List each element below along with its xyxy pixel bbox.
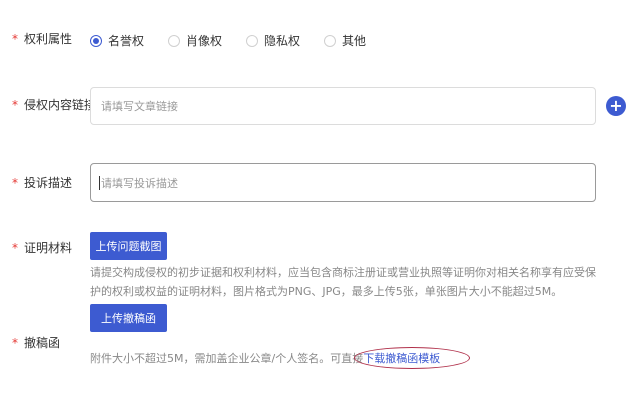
link-label: * 侵权内容链接 bbox=[12, 98, 97, 112]
radio-unchecked-icon bbox=[246, 34, 259, 47]
radio-other[interactable]: 其他 bbox=[324, 32, 366, 49]
link-input[interactable]: 请填写文章链接 bbox=[90, 87, 596, 125]
evidence-help-text: 请提交构成侵权的初步证据和权利材料，应当包含商标注册证或营业执照等证明你对相关名… bbox=[90, 266, 596, 298]
radio-privacy[interactable]: 隐私权 bbox=[246, 32, 300, 49]
required-mark: * bbox=[12, 241, 18, 255]
radio-portrait[interactable]: 肖像权 bbox=[168, 32, 222, 49]
radio-unchecked-icon bbox=[324, 34, 337, 47]
upload-withdrawal-button[interactable]: 上传撤稿函 bbox=[90, 304, 167, 332]
description-label: * 投诉描述 bbox=[12, 176, 73, 190]
upload-screenshot-button[interactable]: 上传问题截图 bbox=[90, 232, 167, 260]
withdrawal-label: * 撤稿函 bbox=[12, 336, 61, 350]
radio-unchecked-icon bbox=[168, 34, 181, 47]
required-mark: * bbox=[12, 32, 18, 46]
highlight-annotation bbox=[354, 347, 470, 369]
radio-reputation[interactable]: 名誉权 bbox=[90, 32, 144, 49]
radio-checked-icon bbox=[90, 34, 102, 47]
plus-circle-icon[interactable]: + bbox=[606, 96, 626, 116]
description-input[interactable]: 请填写投诉描述 bbox=[90, 163, 596, 202]
required-mark: * bbox=[12, 176, 18, 190]
evidence-label: * 证明材料 bbox=[12, 241, 73, 255]
required-mark: * bbox=[12, 98, 18, 112]
required-mark: * bbox=[12, 336, 18, 350]
text-caret bbox=[99, 175, 100, 190]
rights-radio-group: 名誉权 肖像权 隐私权 其他 bbox=[90, 32, 390, 49]
rights-label: * 权利属性 bbox=[12, 32, 73, 46]
